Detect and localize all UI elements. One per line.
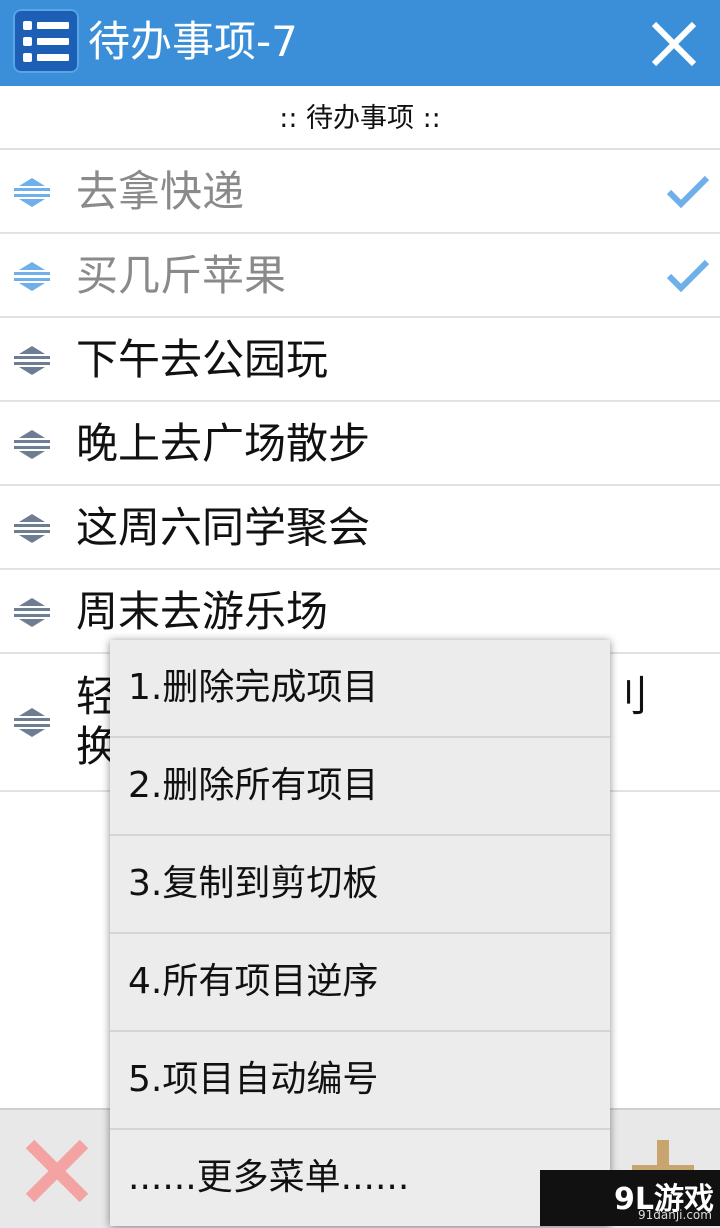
drag-handle-icon[interactable]: [12, 596, 52, 628]
drag-handle-icon[interactable]: [12, 344, 52, 376]
todo-row[interactable]: 去拿快递: [0, 150, 720, 234]
menu-item-copy-clipboard[interactable]: 3.复制到剪切板: [110, 836, 610, 934]
watermark-url: 91danji.com: [638, 1208, 712, 1222]
todo-text: 买几斤苹果: [76, 251, 287, 300]
todo-row[interactable]: 下午去公园玩: [0, 318, 720, 402]
todo-text: 这周六同学聚会: [76, 503, 371, 552]
drag-handle-icon[interactable]: [12, 260, 52, 292]
list-icon[interactable]: [13, 9, 79, 73]
todo-text: 去拿快递: [76, 167, 245, 216]
drag-handle-icon[interactable]: [12, 512, 52, 544]
todo-text: 晚上去广场散步: [76, 419, 371, 468]
list-header: :: 待办事项 ::: [0, 86, 720, 150]
menu-item-reverse-order[interactable]: 4.所有项目逆序: [110, 934, 610, 1032]
todo-row[interactable]: 这周六同学聚会: [0, 486, 720, 570]
menu-item-delete-completed[interactable]: 1.删除完成项目: [110, 640, 610, 738]
menu-item-auto-number[interactable]: 5.项目自动编号: [110, 1032, 610, 1130]
menu-item-more[interactable]: ......更多菜单......: [110, 1130, 610, 1228]
check-icon[interactable]: [664, 172, 712, 212]
page-title: 待办事项-7: [88, 17, 298, 66]
x-icon[interactable]: [24, 1138, 90, 1204]
drag-handle-icon[interactable]: [12, 706, 52, 738]
menu-item-delete-all[interactable]: 2.删除所有项目: [110, 738, 610, 836]
drag-handle-icon[interactable]: [12, 176, 52, 208]
todo-text: 下午去公园玩: [76, 335, 329, 384]
context-menu: 1.删除完成项目 2.删除所有项目 3.复制到剪切板 4.所有项目逆序 5.项目…: [110, 640, 610, 1226]
todo-text-tail: 刂: [606, 672, 649, 721]
title-bar: 待办事项-7: [0, 0, 720, 86]
drag-handle-icon[interactable]: [12, 428, 52, 460]
check-icon[interactable]: [664, 256, 712, 296]
todo-row[interactable]: 晚上去广场散步: [0, 402, 720, 486]
close-icon[interactable]: [646, 16, 702, 72]
todo-row[interactable]: 买几斤苹果: [0, 234, 720, 318]
